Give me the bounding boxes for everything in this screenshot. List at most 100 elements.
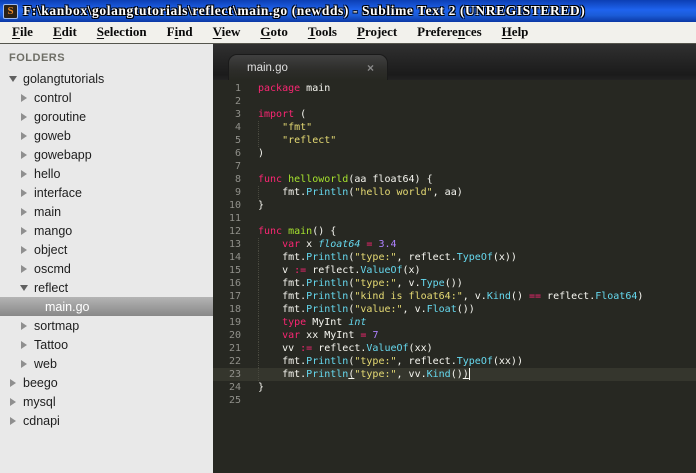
menu-goto[interactable]: Goto [250,22,297,43]
code-line-4[interactable]: 4 "fmt" [213,121,696,134]
code-line-11[interactable]: 11 [213,212,696,225]
code-text[interactable]: "fmt" [258,121,696,134]
code-text[interactable]: fmt.Println("type:", reflect.TypeOf(xx)) [258,355,696,368]
menu-tools[interactable]: Tools [298,22,347,43]
line-number[interactable]: 9 [213,186,258,199]
triangle-collapsed-icon[interactable] [16,221,31,240]
code-text[interactable]: import ( [258,108,696,121]
code-text[interactable]: fmt.Println("hello world", aa) [258,186,696,199]
line-number[interactable]: 11 [213,212,258,225]
code-line-21[interactable]: 21 vv := reflect.ValueOf(xx) [213,342,696,355]
triangle-expanded-icon[interactable] [16,278,31,297]
code-line-16[interactable]: 16 fmt.Println("type:", v.Type()) [213,277,696,290]
sidebar-item-oscmd[interactable]: oscmd [0,259,213,278]
sidebar-item-main[interactable]: main [0,202,213,221]
line-number[interactable]: 12 [213,225,258,238]
line-number[interactable]: 22 [213,355,258,368]
menu-project[interactable]: Project [347,22,407,43]
code-line-10[interactable]: 10} [213,199,696,212]
code-text[interactable] [258,394,696,407]
code-text[interactable]: func helloworld(aa float64) { [258,173,696,186]
triangle-collapsed-icon[interactable] [5,373,20,392]
code-text[interactable]: fmt.Println("type:", v.Type()) [258,277,696,290]
line-number[interactable]: 15 [213,264,258,277]
sidebar-item-reflect[interactable]: reflect [0,278,213,297]
code-line-8[interactable]: 8 func helloworld(aa float64) { [213,173,696,186]
line-number[interactable]: 8 [213,173,258,186]
code-text[interactable]: package main [258,82,696,95]
code-line-23[interactable]: 23 fmt.Println("type:", vv.Kind()) [213,368,696,381]
line-number[interactable]: 16 [213,277,258,290]
sidebar-item-object[interactable]: object [0,240,213,259]
sidebar-item-tattoo[interactable]: Tattoo [0,335,213,354]
triangle-collapsed-icon[interactable] [5,411,20,430]
tab-close-icon[interactable]: × [367,61,374,75]
sidebar-item-goweb[interactable]: goweb [0,126,213,145]
sidebar-item-control[interactable]: control [0,88,213,107]
menu-selection[interactable]: Selection [87,22,157,43]
sidebar-item-beego[interactable]: beego [0,373,213,392]
code-line-15[interactable]: 15 v := reflect.ValueOf(x) [213,264,696,277]
line-number[interactable]: 1 [213,82,258,95]
code-area[interactable]: 1 package main 2 3 import (4 "fmt" 5 "reflect… [213,80,696,473]
line-number[interactable]: 6 [213,147,258,160]
code-text[interactable]: ) [258,147,696,160]
sidebar-item-goroutine[interactable]: goroutine [0,107,213,126]
triangle-collapsed-icon[interactable] [16,88,31,107]
code-line-22[interactable]: 22 fmt.Println("type:", reflect.TypeOf(x… [213,355,696,368]
line-number[interactable]: 18 [213,303,258,316]
code-text[interactable] [258,212,696,225]
line-number[interactable]: 20 [213,329,258,342]
code-text[interactable] [258,160,696,173]
code-text[interactable]: } [258,381,696,394]
line-number[interactable]: 5 [213,134,258,147]
code-line-1[interactable]: 1 package main [213,82,696,95]
code-line-24[interactable]: 24} [213,381,696,394]
triangle-collapsed-icon[interactable] [16,183,31,202]
sidebar-item-golangtutorials[interactable]: golangtutorials [0,69,213,88]
code-text[interactable] [258,95,696,108]
menu-find[interactable]: Find [157,22,203,43]
menu-view[interactable]: View [203,22,251,43]
line-number[interactable]: 7 [213,160,258,173]
triangle-collapsed-icon[interactable] [16,354,31,373]
code-line-19[interactable]: 19 type MyInt int [213,316,696,329]
triangle-collapsed-icon[interactable] [16,107,31,126]
line-number[interactable]: 21 [213,342,258,355]
code-text[interactable]: } [258,199,696,212]
sidebar-item-interface[interactable]: interface [0,183,213,202]
code-line-6[interactable]: 6) [213,147,696,160]
line-number[interactable]: 17 [213,290,258,303]
sidebar-item-main-go[interactable]: main.go [0,297,213,316]
code-line-18[interactable]: 18 fmt.Println("value:", v.Float()) [213,303,696,316]
line-number[interactable]: 19 [213,316,258,329]
code-line-17[interactable]: 17 fmt.Println("kind is float64:", v.Kin… [213,290,696,303]
code-text[interactable]: v := reflect.ValueOf(x) [258,264,696,277]
code-line-7[interactable]: 7 [213,160,696,173]
line-number[interactable]: 3 [213,108,258,121]
sidebar-item-sortmap[interactable]: sortmap [0,316,213,335]
tab-main-go[interactable]: main.go × [228,54,388,80]
code-text[interactable]: "reflect" [258,134,696,147]
triangle-collapsed-icon[interactable] [16,164,31,183]
code-text[interactable]: var xx MyInt = 7 [258,329,696,342]
sidebar-item-mango[interactable]: mango [0,221,213,240]
code-text[interactable]: func main() { [258,225,696,238]
line-number[interactable]: 10 [213,199,258,212]
code-line-9[interactable]: 9 fmt.Println("hello world", aa) [213,186,696,199]
sidebar-item-mysql[interactable]: mysql [0,392,213,411]
code-line-25[interactable]: 25 [213,394,696,407]
code-line-2[interactable]: 2 [213,95,696,108]
line-number[interactable]: 25 [213,394,258,407]
line-number[interactable]: 4 [213,121,258,134]
triangle-collapsed-icon[interactable] [16,145,31,164]
code-text[interactable]: type MyInt int [258,316,696,329]
code-line-13[interactable]: 13 var x float64 = 3.4 [213,238,696,251]
triangle-expanded-icon[interactable] [5,69,20,88]
code-text[interactable]: fmt.Println("type:", vv.Kind()) [258,368,696,381]
sidebar-item-cdnapi[interactable]: cdnapi [0,411,213,430]
triangle-collapsed-icon[interactable] [16,202,31,221]
triangle-collapsed-icon[interactable] [16,240,31,259]
code-text[interactable]: fmt.Println("type:", reflect.TypeOf(x)) [258,251,696,264]
triangle-collapsed-icon[interactable] [5,392,20,411]
